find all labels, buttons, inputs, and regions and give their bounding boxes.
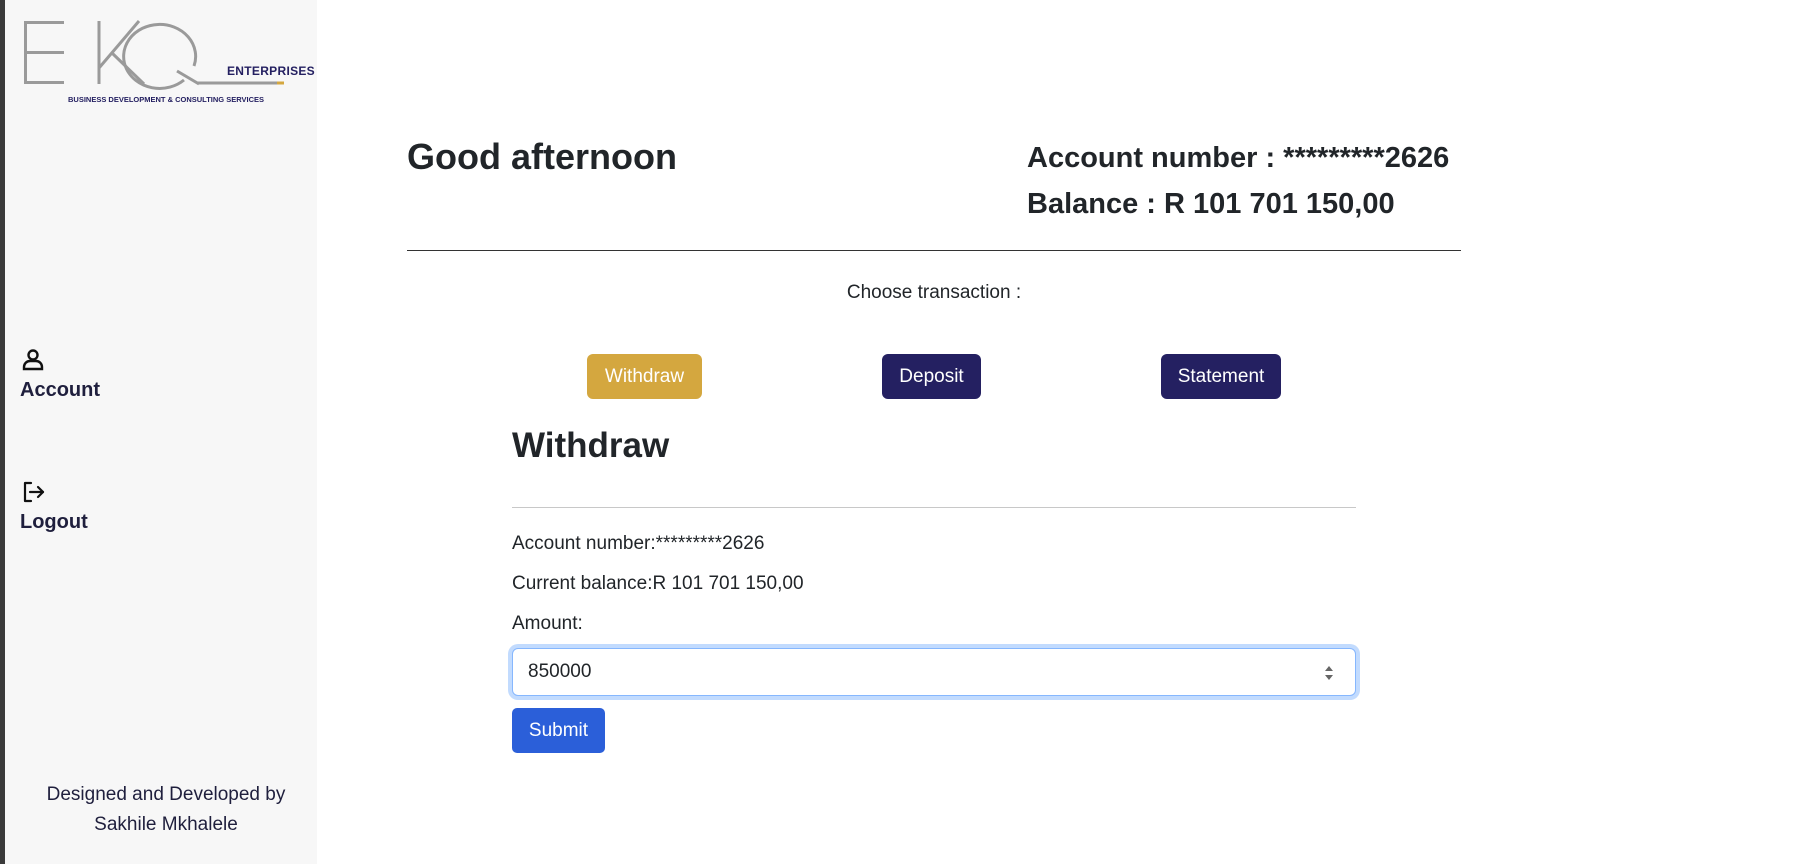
withdraw-button[interactable]: Withdraw — [587, 354, 702, 399]
amount-label: Amount: — [512, 613, 583, 634]
logo-word: ENTERPRISES — [227, 64, 315, 78]
amount-input[interactable] — [512, 648, 1356, 696]
submit-button[interactable]: Submit — [512, 708, 605, 753]
credit-author: Sakhile Mkhalele — [94, 814, 238, 835]
sidebar-item-logout[interactable]: Logout — [20, 479, 88, 534]
greeting-heading: Good afternoon — [407, 136, 677, 177]
header-divider — [407, 250, 1461, 251]
logout-icon — [23, 481, 45, 503]
company-logo: ENTERPRISES BUSINESS DEVELOPMENT & CONSU… — [19, 16, 315, 108]
account-summary: Account number : *********2626 Balance :… — [1027, 135, 1449, 227]
panel-divider — [512, 507, 1356, 508]
sidebar-item-label: Logout — [20, 511, 88, 533]
sidebar-item-label: Account — [20, 379, 100, 401]
logo-tagline: BUSINESS DEVELOPMENT & CONSULTING SERVIC… — [68, 95, 264, 104]
account-number: Account number : *********2626 — [1027, 142, 1450, 174]
deposit-button[interactable]: Deposit — [882, 354, 981, 399]
account-balance: Balance : R 101 701 150,00 — [1027, 188, 1395, 220]
developer-credit: Designed and Developed by Sakhile Mkhale… — [10, 780, 322, 840]
number-spinner-icon[interactable] — [1322, 660, 1336, 686]
statement-button[interactable]: Statement — [1161, 354, 1281, 399]
panel-account-number: Account number:*********2626 — [512, 533, 765, 554]
panel-title: Withdraw — [512, 426, 670, 465]
credit-line: Designed and Developed by — [46, 784, 286, 805]
person-icon — [22, 349, 44, 371]
sidebar-item-account[interactable]: Account — [20, 347, 100, 402]
transaction-prompt: Choose transaction : — [846, 282, 1022, 303]
sidebar: ENTERPRISES BUSINESS DEVELOPMENT & CONSU… — [5, 0, 317, 864]
panel-current-balance: Current balance:R 101 701 150,00 — [512, 573, 804, 594]
